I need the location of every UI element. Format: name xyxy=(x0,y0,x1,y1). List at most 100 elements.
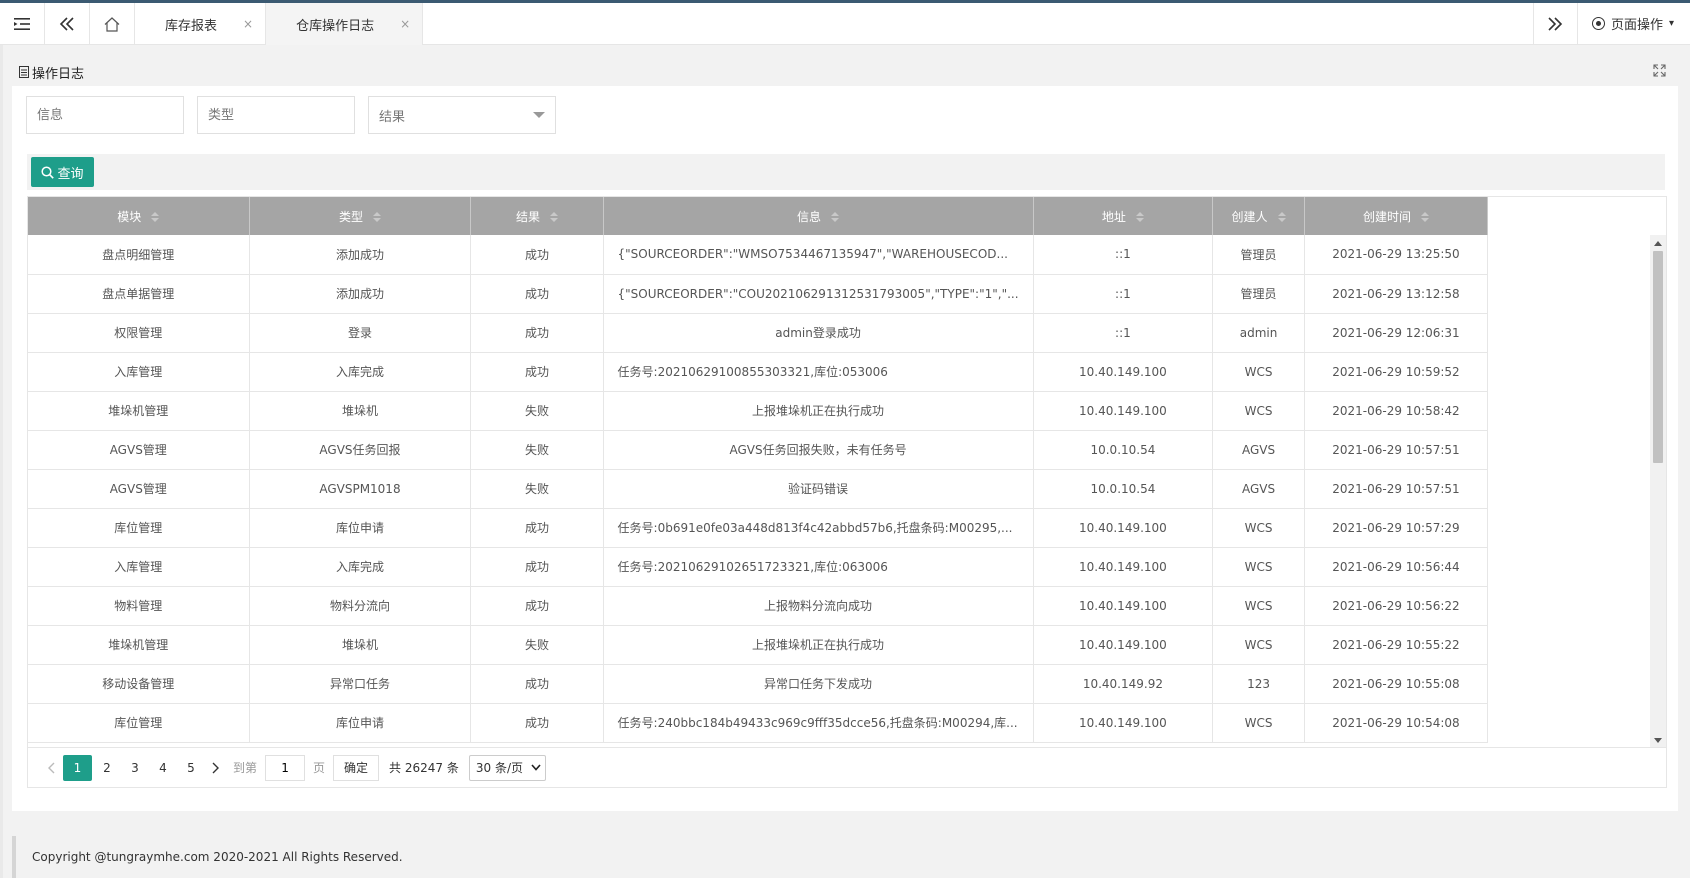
table-row[interactable]: AGVS管理 AGVSPM1018 失败 验证码错误 10.0.10.54 AGVS 202… xyxy=(28,469,1666,509)
panel-title-text: 操作日志 xyxy=(32,66,85,82)
cell-type: 物料分流向 xyxy=(249,586,472,626)
sort-icon[interactable] xyxy=(549,212,558,222)
cell-creator: WCS xyxy=(1212,391,1305,431)
table-scrollbar[interactable] xyxy=(1650,235,1666,747)
page-number-3[interactable]: 3 xyxy=(122,755,148,781)
cell-address: 10.40.149.100 xyxy=(1033,391,1214,431)
cell-creator: AGVS xyxy=(1212,469,1305,509)
tab-warehouse-operation-log[interactable]: 仓库操作日志 × xyxy=(266,3,424,45)
panel-title: 操作日志 xyxy=(19,63,84,82)
cell-module: 库位管理 xyxy=(28,508,250,548)
page-number-1[interactable]: 1 xyxy=(63,754,92,781)
table-row[interactable]: 盘点单据管理 添加成功 成功 {"SOURCEORDER":"COU202106291… xyxy=(28,274,1666,314)
cell-address: ::1 xyxy=(1033,274,1214,314)
cell-result: 成功 xyxy=(470,235,604,275)
cell-created-time: 2021-06-29 10:56:22 xyxy=(1304,586,1489,626)
cell-creator: WCS xyxy=(1212,586,1305,626)
cell-info: 任务号:0b691e0fe03a448d813f4c42abbd57b6,托盘条… xyxy=(603,508,1034,548)
table-row[interactable]: 盘点明细管理 添加成功 成功 {"SOURCEORDER":"WMSO75344671… xyxy=(28,235,1666,275)
tab-bar-right: 页面操作 ▾ xyxy=(1532,2,1690,45)
query-button[interactable]: 查询 xyxy=(31,157,94,187)
type-filter-input[interactable] xyxy=(197,96,355,134)
cell-result: 成功 xyxy=(470,352,604,392)
column-header-result[interactable]: 结果 xyxy=(470,197,604,235)
cell-creator: 管理员 xyxy=(1212,274,1305,314)
table-row[interactable]: 权限管理 登录 成功 admin登录成功::1 admin 2021-06-29 12:0… xyxy=(28,313,1666,353)
cell-module: AGVS管理 xyxy=(28,469,250,509)
cell-module: 堆垛机管理 xyxy=(28,391,250,431)
page-operations-menu[interactable]: 页面操作 ▾ xyxy=(1578,3,1690,45)
tab-bar: 库存报表 × 仓库操作日志 × 页面操作 ▾ xyxy=(0,2,1690,45)
cell-result: 成功 xyxy=(470,547,604,587)
page-size-select[interactable]: 30 条/页 xyxy=(468,754,546,781)
cell-module: 物料管理 xyxy=(28,586,250,626)
row-filler xyxy=(1488,508,1666,547)
table-row[interactable]: 移动设备管理 异常口任务 成功 异常口任务下发成功 10.40.149.92 123 202… xyxy=(28,664,1666,704)
goto-page-input[interactable] xyxy=(265,754,306,781)
cell-result: 成功 xyxy=(470,664,604,704)
column-header-creator[interactable]: 创建人 xyxy=(1212,197,1305,235)
prev-page-icon[interactable] xyxy=(40,762,62,774)
table-row[interactable]: 库位管理 库位申请 成功 任务号:240bbc184b49433c969c9fff35… xyxy=(28,703,1666,743)
table-row[interactable]: AGVS管理 AGVS任务回报 失败 AGVS任务回报失败，未有任务号 10.0.10.… xyxy=(28,430,1666,470)
table-row[interactable]: 堆垛机管理 堆垛机 失败 上报堆垛机正在执行成功 10.40.149.100 WCS 202… xyxy=(28,391,1666,431)
column-header-created-time[interactable]: 创建时间 xyxy=(1304,197,1489,235)
table-row[interactable]: 入库管理 入库完成 成功 任务号:20210629102651723321,库位:06… xyxy=(28,547,1666,587)
cell-created-time: 2021-06-29 10:55:22 xyxy=(1304,625,1489,665)
sort-icon[interactable] xyxy=(372,212,381,222)
cell-address: 10.40.149.92 xyxy=(1033,664,1214,704)
pagination: 12345 到第 页 确定 共 26247 条 30 条/页 xyxy=(27,748,1667,788)
column-header-module[interactable]: 模块 xyxy=(28,197,250,235)
sort-icon[interactable] xyxy=(1420,212,1429,222)
table-header-row: 模块 类型 结果 信息 地址 创建人 创建时间 xyxy=(28,197,1666,235)
cell-result: 成功 xyxy=(470,703,604,743)
cell-type: AGVS任务回报 xyxy=(249,430,472,470)
page-number-4[interactable]: 4 xyxy=(150,755,176,781)
cell-result: 成功 xyxy=(470,586,604,626)
cell-address: 10.0.10.54 xyxy=(1033,430,1214,470)
close-icon[interactable]: × xyxy=(400,17,410,31)
cell-address: 10.40.149.100 xyxy=(1033,703,1214,743)
chevron-down-icon xyxy=(531,764,541,771)
scroll-up-icon[interactable] xyxy=(1654,241,1662,246)
column-header-type[interactable]: 类型 xyxy=(249,197,472,235)
footer-separator xyxy=(12,811,1678,836)
row-filler xyxy=(1488,274,1666,313)
tab-inventory-report[interactable]: 库存报表 × xyxy=(135,3,267,45)
result-filter-select[interactable]: 结果 xyxy=(368,96,556,134)
fullscreen-icon[interactable] xyxy=(1653,64,1666,77)
goto-confirm-button[interactable]: 确定 xyxy=(333,754,380,781)
cell-created-time: 2021-06-29 10:55:08 xyxy=(1304,664,1489,704)
menu-toggle-icon[interactable] xyxy=(0,3,45,45)
sort-icon[interactable] xyxy=(1277,212,1286,222)
query-button-label: 查询 xyxy=(57,166,84,182)
close-icon[interactable]: × xyxy=(243,17,253,31)
column-header-address[interactable]: 地址 xyxy=(1033,197,1214,235)
page-number-5[interactable]: 5 xyxy=(178,755,204,781)
table-row[interactable]: 物料管理 物料分流向 成功 上报物料分流向成功 10.40.149.100 WCS 2021… xyxy=(28,586,1666,626)
cell-type: 登录 xyxy=(249,313,472,353)
cell-module: 入库管理 xyxy=(28,352,250,392)
row-filler xyxy=(1488,391,1666,430)
cell-module: 权限管理 xyxy=(28,313,250,353)
next-page-icon[interactable] xyxy=(205,762,227,774)
cell-result: 失败 xyxy=(470,625,604,665)
sort-icon[interactable] xyxy=(831,212,840,222)
scroll-tabs-back-icon[interactable] xyxy=(45,3,90,45)
scrollbar-thumb[interactable] xyxy=(1653,251,1663,463)
home-icon[interactable] xyxy=(90,3,135,45)
radio-dot-icon xyxy=(1591,17,1605,30)
sort-icon[interactable] xyxy=(1135,212,1144,222)
table-row[interactable]: 库位管理 库位申请 成功 任务号:0b691e0fe03a448d813f4c42ab… xyxy=(28,508,1666,548)
cell-created-time: 2021-06-29 10:56:44 xyxy=(1304,547,1489,587)
cell-creator: WCS xyxy=(1212,352,1305,392)
info-filter-input[interactable] xyxy=(26,96,184,134)
cell-result: 失败 xyxy=(470,469,604,509)
page-number-2[interactable]: 2 xyxy=(94,755,120,781)
column-header-info[interactable]: 信息 xyxy=(603,197,1034,235)
table-row[interactable]: 入库管理 入库完成 成功 任务号:20210629100855303321,库位:05… xyxy=(28,352,1666,392)
sort-icon[interactable] xyxy=(151,212,160,222)
table-row[interactable]: 堆垛机管理 堆垛机 失败 上报堆垛机正在执行成功 10.40.149.100 WCS 202… xyxy=(28,625,1666,665)
scroll-tabs-forward-icon[interactable] xyxy=(1532,2,1578,45)
scroll-down-icon[interactable] xyxy=(1654,738,1662,743)
